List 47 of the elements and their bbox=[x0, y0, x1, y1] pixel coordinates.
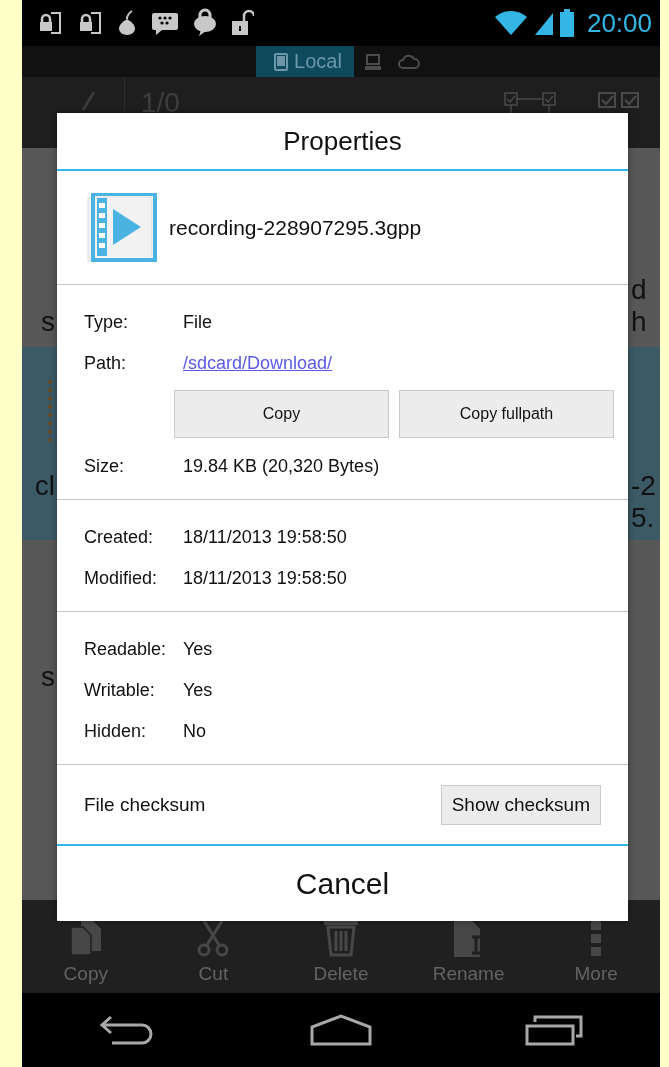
scissors-icon bbox=[196, 919, 231, 957]
property-label: Created: bbox=[84, 527, 155, 548]
clock-time: 20:00 bbox=[586, 7, 652, 39]
unlocked-padlock-icon bbox=[230, 8, 254, 38]
documents-icon bbox=[68, 919, 103, 957]
onion-icon bbox=[116, 9, 138, 37]
property-label: Type: bbox=[84, 312, 130, 333]
cloud-icon bbox=[397, 52, 420, 71]
recent-apps-icon[interactable] bbox=[524, 1014, 583, 1046]
location-tab[interactable]: Local bbox=[256, 46, 354, 77]
dialog-title: Properties bbox=[57, 113, 628, 171]
file-detail-text: 5. bbox=[630, 502, 655, 534]
wifi-icon bbox=[492, 9, 529, 37]
toolbar-button[interactable]: Cut bbox=[149, 919, 278, 985]
file-name: recording-228907295.3gpp bbox=[169, 215, 422, 240]
toolbar-button[interactable]: Rename bbox=[404, 919, 533, 985]
phone-icon bbox=[274, 52, 289, 71]
file-name-text: cl bbox=[34, 470, 56, 502]
overflow-menu-icon bbox=[590, 919, 603, 957]
property-label: Modified: bbox=[84, 568, 159, 589]
home-icon[interactable] bbox=[310, 1014, 372, 1046]
property-value: Yes bbox=[183, 680, 213, 701]
property-label: Path: bbox=[84, 353, 128, 374]
video-file-icon bbox=[87, 192, 157, 263]
trash-icon bbox=[322, 919, 360, 957]
property-label: Size: bbox=[84, 456, 126, 477]
property-value: File bbox=[183, 312, 212, 333]
property-value: Yes bbox=[183, 639, 213, 660]
cancel-button[interactable]: Cancel bbox=[57, 846, 628, 921]
property-value: 19.84 KB (20,320 Bytes) bbox=[183, 456, 380, 477]
property-label: Hidden: bbox=[84, 721, 148, 742]
battery-icon bbox=[558, 8, 575, 38]
lock-bubble-icon bbox=[192, 8, 218, 38]
file-detail-text: -2 bbox=[630, 470, 656, 502]
property-label: Writable: bbox=[84, 680, 156, 701]
property-label: Readable: bbox=[84, 639, 168, 660]
property-value: 18/11/2013 19:58:50 bbox=[183, 568, 347, 589]
toolbar-button[interactable]: More bbox=[532, 919, 660, 985]
checksum-label: File checksum bbox=[84, 793, 206, 816]
toolbar-button[interactable]: Delete bbox=[277, 919, 405, 985]
copy-button[interactable]: Copy fullpath bbox=[399, 390, 614, 438]
path-link[interactable]: /sdcard/Download/ bbox=[183, 353, 333, 374]
copy-button[interactable]: Copy bbox=[174, 390, 389, 438]
property-value: No bbox=[183, 721, 206, 742]
show-checksum-button[interactable]: Show checksum bbox=[440, 784, 601, 825]
computer-icon bbox=[363, 52, 382, 71]
property-value: 18/11/2013 19:58:50 bbox=[183, 527, 347, 548]
